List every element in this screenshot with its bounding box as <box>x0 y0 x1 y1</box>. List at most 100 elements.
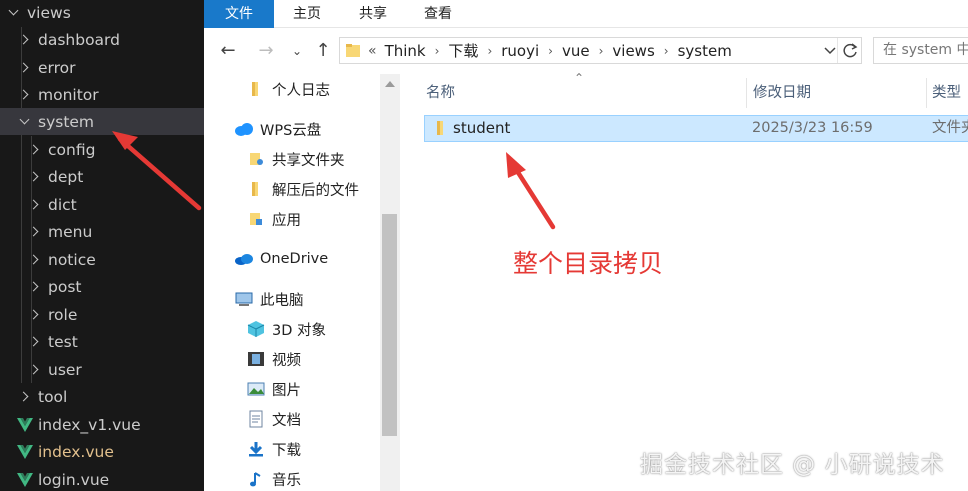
tree-folder-config[interactable]: config <box>0 136 204 163</box>
tree-folder-role[interactable]: role <box>0 301 204 328</box>
breadcrumb-item[interactable]: views <box>612 42 654 60</box>
search-input[interactable]: 在 system 中 <box>873 37 968 64</box>
breadcrumb-overflow[interactable]: « <box>368 43 377 59</box>
up-arrow-icon[interactable]: ↑ <box>312 40 334 62</box>
column-divider[interactable] <box>746 78 747 108</box>
tree-item-label: role <box>48 305 78 324</box>
nav-item-label: 共享文件夹 <box>272 152 345 169</box>
tree-folder-monitor[interactable]: monitor <box>0 81 204 108</box>
tab-home[interactable]: 主页 <box>276 0 338 28</box>
tree-item-label: login.vue <box>38 470 110 489</box>
sort-ascending-icon: ⌃ <box>574 71 585 85</box>
nav-item-onedrive[interactable]: OneDrive <box>234 244 328 274</box>
tree-item-label: index.vue <box>38 442 114 461</box>
tree-file-index-v1-vue[interactable]: index_v1.vue <box>0 411 204 438</box>
chevron-right-icon <box>27 279 43 295</box>
chevron-right-icon <box>17 60 33 76</box>
chevron-right-icon <box>27 224 43 240</box>
tree-file-index-vue[interactable]: index.vue <box>0 438 204 465</box>
column-divider[interactable] <box>926 78 927 108</box>
scrollbar-thumb[interactable] <box>382 214 397 436</box>
nav-item-label: 图片 <box>272 382 301 399</box>
nav-item-label: 文档 <box>272 412 301 429</box>
tree-folder-error[interactable]: error <box>0 54 204 81</box>
tab-share[interactable]: 共享 <box>342 0 404 28</box>
nav-item-pictures[interactable]: 图片 <box>246 374 301 404</box>
tree-item-label: user <box>48 360 82 379</box>
tree-folder-post[interactable]: post <box>0 273 204 300</box>
breadcrumb-separator-icon[interactable]: › <box>548 44 553 58</box>
breadcrumb-separator-icon[interactable]: › <box>487 44 492 58</box>
nav-item-documents[interactable]: 文档 <box>246 404 301 434</box>
nav-item-this-pc[interactable]: 此电脑 <box>234 284 304 314</box>
tab-file[interactable]: 文件 <box>204 0 274 28</box>
nav-item-label: OneDrive <box>260 251 329 267</box>
address-dropdown-icon[interactable] <box>823 43 837 57</box>
breadcrumb-item[interactable]: ruoyi <box>501 42 539 60</box>
tree-folder-dict[interactable]: dict <box>0 191 204 218</box>
tree-folder-notice[interactable]: notice <box>0 246 204 273</box>
document-icon <box>249 410 263 428</box>
column-header-type[interactable]: 类型 <box>932 78 961 108</box>
nav-item-label: 视频 <box>272 352 301 369</box>
picture-icon <box>247 382 265 396</box>
breadcrumb-item[interactable]: system <box>678 42 732 60</box>
tree-folder-dashboard[interactable]: dashboard <box>0 26 204 53</box>
tree-item-label: test <box>48 332 78 351</box>
column-header-name[interactable]: 名称 <box>426 78 455 108</box>
nav-item-label: 3D 对象 <box>272 322 326 339</box>
nav-item-label: 下载 <box>272 442 301 459</box>
nav-item-videos[interactable]: 视频 <box>246 344 301 374</box>
tree-item-label: error <box>38 58 76 77</box>
nav-item-personal-log[interactable]: 个人日志 <box>246 74 330 104</box>
address-input[interactable]: « Think › 下载 › ruoyi › vue › views › system <box>339 37 862 64</box>
nav-item-extracted-files[interactable]: 解压后的文件 <box>246 174 359 204</box>
breadcrumb-separator-icon[interactable]: › <box>435 44 440 58</box>
back-arrow-icon[interactable]: ← <box>217 40 239 62</box>
shared-folder-icon <box>250 153 263 165</box>
vue-file-icon <box>17 417 33 432</box>
recent-locations-chevron-icon[interactable]: ⌄ <box>286 40 308 62</box>
nav-item-apps[interactable]: 应用 <box>246 204 301 234</box>
chevron-right-icon <box>27 334 43 350</box>
refresh-button[interactable] <box>837 38 861 63</box>
nav-item-shared-folder[interactable]: 共享文件夹 <box>246 144 345 174</box>
tree-folder-system[interactable]: system <box>0 108 204 135</box>
chevron-right-icon <box>27 362 43 378</box>
tree-item-label: index_v1.vue <box>38 415 141 434</box>
nav-item-label: 应用 <box>272 212 301 229</box>
tree-folder-dept[interactable]: dept <box>0 163 204 190</box>
file-row[interactable]: student 2025/3/23 16:59 文件夹 <box>424 115 968 142</box>
breadcrumb-separator-icon[interactable]: › <box>599 44 604 58</box>
breadcrumb-item[interactable]: Think <box>385 42 426 60</box>
tree-folder-user[interactable]: user <box>0 356 204 383</box>
chevron-right-icon <box>27 307 43 323</box>
chevron-right-icon <box>17 389 33 405</box>
annotation-callout: 整个目录拷贝 <box>513 249 664 278</box>
nav-item-3d-objects[interactable]: 3D 对象 <box>246 314 326 344</box>
nav-item-wps-cloud[interactable]: WPS云盘 <box>234 114 321 144</box>
breadcrumb-separator-icon[interactable]: › <box>664 44 669 58</box>
column-header-modified[interactable]: 修改日期 <box>753 78 811 108</box>
tab-view[interactable]: 查看 <box>407 0 469 28</box>
tree-folder-views[interactable]: views <box>0 0 204 26</box>
tree-item-label: dept <box>48 167 84 186</box>
download-icon <box>249 442 263 457</box>
video-icon <box>248 352 264 366</box>
file-list: ⌃ 名称 修改日期 类型 student 2025/3/23 16:59 文件夹 <box>400 71 968 491</box>
tree-item-label: post <box>48 277 82 296</box>
nav-item-downloads[interactable]: 下载 <box>246 434 301 464</box>
address-bar: ← → ⌄ ↑ « Think › 下载 › ruoyi › vue › views › … <box>204 28 968 74</box>
tree-folder-test[interactable]: test <box>0 328 204 355</box>
nav-item-music[interactable]: 音乐 <box>246 464 301 491</box>
forward-arrow-icon[interactable]: → <box>255 40 277 62</box>
tree-file-login-vue[interactable]: login.vue <box>0 466 204 491</box>
tree-folder-menu[interactable]: menu <box>0 218 204 245</box>
tree-folder-tool[interactable]: tool <box>0 383 204 410</box>
chevron-right-icon <box>17 87 33 103</box>
navigation-scrollbar[interactable] <box>380 74 400 491</box>
breadcrumb-item[interactable]: 下载 <box>448 40 478 61</box>
breadcrumb-item[interactable]: vue <box>562 42 590 60</box>
scroll-up-icon[interactable] <box>385 81 395 87</box>
tree-item-label: system <box>38 112 95 131</box>
